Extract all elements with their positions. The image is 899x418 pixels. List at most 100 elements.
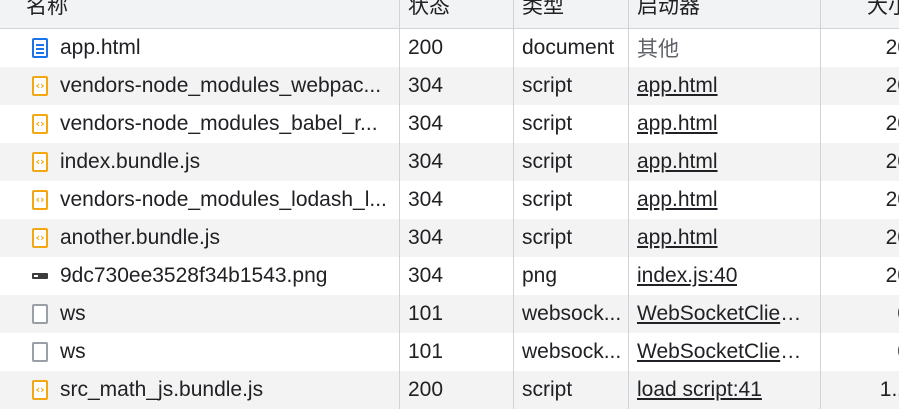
request-name: vendors-node_modules_babel_r... bbox=[60, 112, 378, 135]
column-header-size[interactable]: 大小 bbox=[821, 0, 899, 28]
status-code: 200 bbox=[408, 378, 444, 401]
script-icon bbox=[32, 114, 48, 134]
script-icon bbox=[32, 190, 48, 210]
cell-type: script bbox=[514, 219, 629, 257]
cell-type: script bbox=[514, 181, 629, 219]
cell-status: 304 bbox=[400, 181, 514, 219]
script-icon bbox=[32, 76, 48, 96]
request-name: ws bbox=[60, 340, 86, 363]
table-row[interactable]: 9dc730ee3528f34b1543.png 304 png index.js:4… bbox=[0, 257, 899, 295]
cell-initiator[interactable]: app.html bbox=[629, 143, 821, 181]
column-header-name[interactable]: 名称 bbox=[0, 0, 400, 28]
initiator-link[interactable]: app.html bbox=[637, 150, 718, 174]
transfer-size: 20 bbox=[885, 188, 899, 211]
cell-type: script bbox=[514, 371, 629, 409]
cell-size: 0 bbox=[821, 295, 899, 333]
request-name: vendors-node_modules_webpac... bbox=[60, 74, 382, 97]
cell-type: document bbox=[514, 29, 629, 67]
initiator-link[interactable]: load script:41 bbox=[637, 378, 762, 402]
initiator-link[interactable]: WebSocketClien... bbox=[637, 340, 809, 364]
cell-name[interactable]: vendors-node_modules_lodash_l... bbox=[0, 181, 400, 219]
column-header-initiator[interactable]: 启动器 bbox=[629, 0, 821, 28]
column-header-type[interactable]: 类型 bbox=[514, 0, 629, 28]
resource-type: websock... bbox=[522, 340, 622, 363]
cell-status: 304 bbox=[400, 219, 514, 257]
cell-initiator[interactable]: index.js:40 bbox=[629, 257, 821, 295]
table-row[interactable]: index.bundle.js 304 script app.html 20 bbox=[0, 143, 899, 181]
request-name: src_math_js.bundle.js bbox=[60, 378, 264, 401]
cell-status: 200 bbox=[400, 371, 514, 409]
cell-initiator[interactable]: WebSocketClien... bbox=[629, 295, 821, 333]
column-header-status-label: 状态 bbox=[408, 0, 450, 18]
status-code: 304 bbox=[408, 74, 444, 97]
cell-name[interactable]: app.html bbox=[0, 29, 400, 67]
table-row[interactable]: vendors-node_modules_babel_r... 304 script… bbox=[0, 105, 899, 143]
cell-type: script bbox=[514, 143, 629, 181]
status-code: 304 bbox=[408, 264, 444, 287]
script-icon bbox=[32, 380, 48, 400]
initiator-link[interactable]: app.html bbox=[637, 74, 718, 98]
table-row[interactable]: vendors-node_modules_lodash_l... 304 scrip… bbox=[0, 181, 899, 219]
cell-status: 304 bbox=[400, 143, 514, 181]
resource-type: script bbox=[522, 188, 573, 211]
cell-initiator[interactable]: app.html bbox=[629, 67, 821, 105]
initiator-link[interactable]: app.html bbox=[637, 112, 718, 136]
cell-initiator[interactable]: app.html bbox=[629, 105, 821, 143]
status-code: 304 bbox=[408, 112, 444, 135]
transfer-size: 20 bbox=[885, 36, 899, 59]
cell-type: websock... bbox=[514, 333, 629, 371]
resource-type: websock... bbox=[522, 302, 622, 325]
request-name: app.html bbox=[60, 36, 141, 59]
cell-status: 101 bbox=[400, 295, 514, 333]
cell-size: 20 bbox=[821, 29, 899, 67]
cell-initiator[interactable]: load script:41 bbox=[629, 371, 821, 409]
status-code: 304 bbox=[408, 150, 444, 173]
websocket-icon bbox=[32, 304, 48, 324]
cell-name[interactable]: another.bundle.js bbox=[0, 219, 400, 257]
cell-name[interactable]: ws bbox=[0, 333, 400, 371]
cell-type: websock... bbox=[514, 295, 629, 333]
request-name: another.bundle.js bbox=[60, 226, 220, 249]
table-row[interactable]: ws 101 websock... WebSocketClien... 0 bbox=[0, 295, 899, 333]
status-code: 101 bbox=[408, 340, 444, 363]
table-row[interactable]: app.html 200 document 其他 20 bbox=[0, 29, 899, 67]
initiator-link[interactable]: app.html bbox=[637, 188, 718, 212]
column-header-status[interactable]: 状态 bbox=[400, 0, 514, 28]
cell-status: 200 bbox=[400, 29, 514, 67]
network-request-table: 名称 状态 类型 启动器 大小 app.html200document其他20v… bbox=[0, 0, 899, 418]
request-name: vendors-node_modules_lodash_l... bbox=[60, 188, 387, 211]
cell-initiator[interactable]: WebSocketClien... bbox=[629, 333, 821, 371]
resource-type: script bbox=[522, 112, 573, 135]
transfer-size: 20 bbox=[885, 74, 899, 97]
cell-initiator[interactable]: app.html bbox=[629, 181, 821, 219]
initiator-link[interactable]: WebSocketClien... bbox=[637, 302, 809, 326]
status-code: 304 bbox=[408, 226, 444, 249]
cell-name[interactable]: 9dc730ee3528f34b1543.png bbox=[0, 257, 400, 295]
transfer-size: 20 bbox=[885, 112, 899, 135]
cell-name[interactable]: ws bbox=[0, 295, 400, 333]
cell-initiator[interactable]: app.html bbox=[629, 219, 821, 257]
transfer-size: 20 bbox=[885, 226, 899, 249]
column-header-size-label: 大小 bbox=[867, 0, 899, 18]
request-name: index.bundle.js bbox=[60, 150, 201, 173]
cell-name[interactable]: vendors-node_modules_babel_r... bbox=[0, 105, 400, 143]
column-header-initiator-label: 启动器 bbox=[637, 0, 700, 18]
table-row[interactable]: another.bundle.js 304 script app.html 20 bbox=[0, 219, 899, 257]
cell-size: 20 bbox=[821, 143, 899, 181]
table-row[interactable]: vendors-node_modules_webpac... 304 script a… bbox=[0, 67, 899, 105]
cell-name[interactable]: index.bundle.js bbox=[0, 143, 400, 181]
cell-name[interactable]: src_math_js.bundle.js bbox=[0, 371, 400, 409]
cell-size: 20 bbox=[821, 257, 899, 295]
status-code: 101 bbox=[408, 302, 444, 325]
cell-type: script bbox=[514, 67, 629, 105]
script-icon bbox=[32, 228, 48, 248]
cell-size: 20 bbox=[821, 105, 899, 143]
table-row[interactable]: src_math_js.bundle.js 200 script load scrip… bbox=[0, 371, 899, 409]
image-icon bbox=[32, 266, 48, 286]
initiator-link[interactable]: app.html bbox=[637, 226, 718, 250]
table-header: 名称 状态 类型 启动器 大小 bbox=[0, 0, 899, 29]
initiator-link[interactable]: index.js:40 bbox=[637, 264, 737, 288]
cell-name[interactable]: vendors-node_modules_webpac... bbox=[0, 67, 400, 105]
websocket-icon bbox=[32, 342, 48, 362]
table-row[interactable]: ws 101 websock... WebSocketClien... 0 bbox=[0, 333, 899, 371]
